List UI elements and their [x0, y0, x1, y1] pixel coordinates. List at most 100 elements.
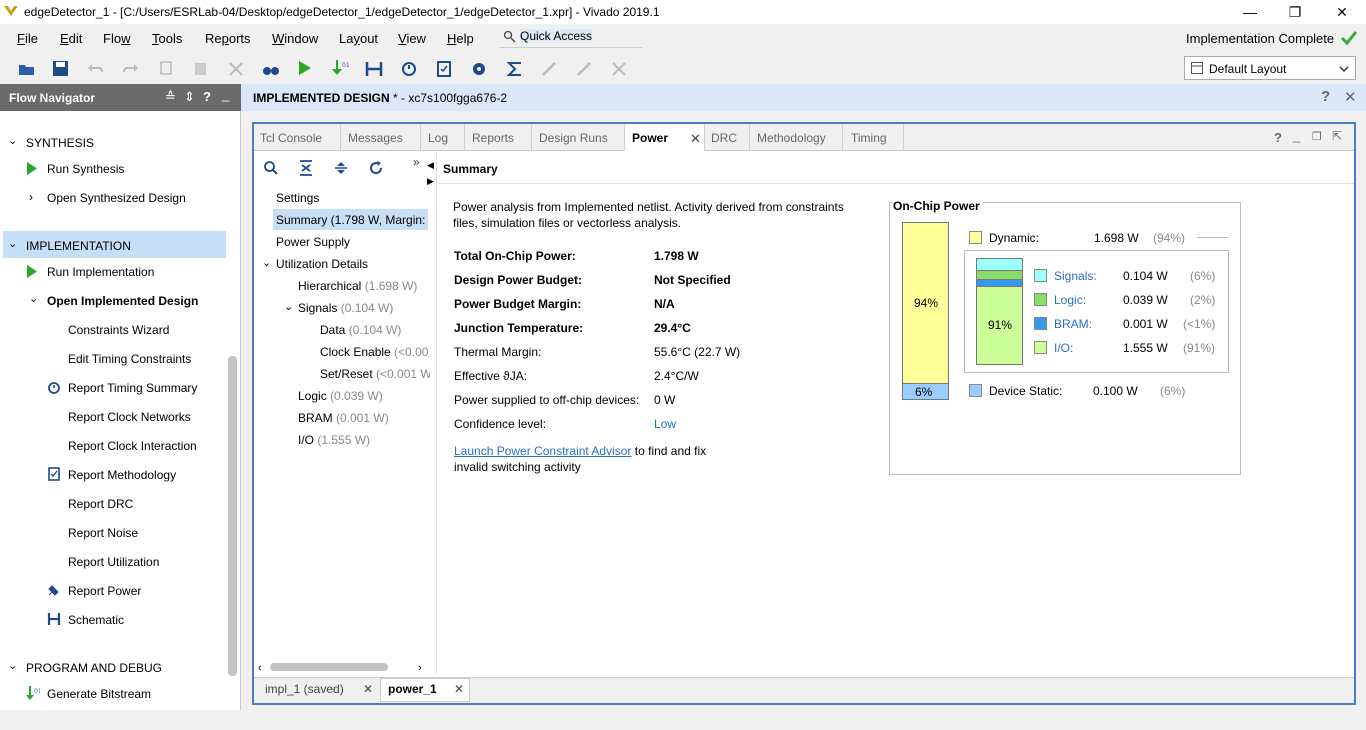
tab-drc[interactable]: DRC: [705, 124, 750, 151]
menu-flow[interactable]: Flow: [103, 31, 130, 46]
generate-bitstream-icon[interactable]: 01: [331, 59, 349, 77]
tree-io[interactable]: I/O (1.555 W): [298, 433, 370, 447]
timer-icon[interactable]: [400, 59, 418, 77]
menu-window[interactable]: Window: [272, 31, 318, 46]
flow-run-implementation[interactable]: Run Implementation: [47, 265, 154, 279]
debug-icon[interactable]: [540, 60, 558, 78]
minimize-icon[interactable]: _: [1293, 128, 1300, 143]
expand-all-icon[interactable]: ⇕: [184, 89, 195, 105]
tree-settings[interactable]: Settings: [276, 191, 319, 205]
sigma-icon[interactable]: [506, 60, 524, 78]
open-project-icon[interactable]: [18, 60, 36, 78]
expand-all-icon[interactable]: [333, 160, 349, 176]
tab-timing[interactable]: Timing: [843, 124, 904, 151]
paste-icon[interactable]: [192, 60, 210, 78]
undo-icon[interactable]: [87, 60, 105, 78]
tab-messages[interactable]: Messages: [341, 124, 421, 151]
menu-help[interactable]: Help: [447, 31, 474, 46]
redo-icon[interactable]: [121, 60, 139, 78]
report-icon[interactable]: [435, 60, 453, 78]
help-icon[interactable]: ?: [203, 89, 211, 104]
scroll-left-icon[interactable]: ‹: [258, 662, 262, 674]
flow-report-clock-networks[interactable]: Report Clock Networks: [68, 410, 191, 424]
menu-file[interactable]: File: [17, 31, 38, 46]
clear-icon[interactable]: [610, 60, 628, 78]
menu-reports[interactable]: Reports: [205, 31, 251, 46]
close-tab-icon[interactable]: ✕: [690, 131, 701, 147]
legend-io-label[interactable]: I/O:: [1054, 341, 1073, 355]
tree-power-supply[interactable]: Power Supply: [276, 235, 350, 249]
tab-methodology[interactable]: Methodology: [750, 124, 843, 151]
tab-log[interactable]: Log: [421, 124, 465, 151]
flow-run-synthesis[interactable]: Run Synthesis: [47, 162, 124, 176]
flow-open-synthesized-design[interactable]: Open Synthesized Design: [47, 191, 186, 205]
flow-report-noise[interactable]: Report Noise: [68, 526, 138, 540]
launch-power-constraint-advisor-link[interactable]: Launch Power Constraint Advisor: [454, 444, 631, 458]
collapse-all-icon[interactable]: ≙: [165, 89, 176, 105]
collapse-all-icon[interactable]: [298, 160, 314, 176]
minimize-panel-icon[interactable]: _: [222, 87, 229, 102]
tree-bram[interactable]: BRAM (0.001 W): [298, 411, 389, 425]
minimize-icon[interactable]: —: [1238, 2, 1262, 22]
flow-constraints-wizard[interactable]: Constraints Wizard: [68, 323, 169, 337]
close-tab-icon[interactable]: ✕: [454, 682, 464, 696]
tree-set-reset[interactable]: Set/Reset (<0.001 W: [320, 367, 430, 381]
tree-data[interactable]: Data (0.104 W): [320, 323, 401, 337]
tab-tcl-console[interactable]: Tcl Console: [254, 124, 341, 151]
tree-utilization-details[interactable]: Utilization Details: [276, 257, 368, 271]
collapse-left-icon[interactable]: ◀: [427, 160, 434, 171]
flow-report-utilization[interactable]: Report Utilization: [68, 555, 159, 569]
close-tab-icon[interactable]: ✕: [363, 682, 373, 696]
menu-view[interactable]: View: [398, 31, 426, 46]
legend-bram-label[interactable]: BRAM:: [1054, 317, 1092, 331]
tree-hierarchical[interactable]: Hierarchical (1.698 W): [298, 279, 417, 293]
confidence-level-link[interactable]: Low: [654, 417, 676, 431]
help-icon[interactable]: ?: [1274, 130, 1282, 145]
layout-select[interactable]: Default Layout: [1184, 56, 1356, 80]
tree-summary[interactable]: Summary (1.798 W, Margin:: [276, 213, 428, 227]
tree-logic[interactable]: Logic (0.039 W): [298, 389, 383, 403]
flow-report-drc[interactable]: Report DRC: [68, 497, 133, 511]
tree-clock-enable[interactable]: Clock Enable (<0.00: [320, 345, 430, 359]
program-device-icon[interactable]: [365, 60, 383, 78]
restore-icon[interactable]: ❐: [1312, 130, 1322, 143]
chevron-down-icon[interactable]: ⌄: [8, 659, 17, 672]
scroll-right-icon[interactable]: ›: [418, 662, 422, 674]
flow-report-power[interactable]: Report Power: [68, 584, 141, 598]
flow-report-clock-interaction[interactable]: Report Clock Interaction: [68, 439, 197, 453]
menu-tools[interactable]: Tools: [152, 31, 182, 46]
menu-edit[interactable]: Edit: [60, 31, 82, 46]
float-icon[interactable]: ⇱: [1332, 129, 1342, 143]
more-icon[interactable]: »: [413, 155, 420, 169]
bottom-tab-power-1[interactable]: power_1: [388, 682, 437, 696]
chevron-down-icon[interactable]: ⌄: [8, 134, 17, 147]
close-icon[interactable]: ✕: [1330, 2, 1354, 22]
flow-navigator-scrollbar[interactable]: [228, 356, 237, 676]
restore-icon[interactable]: ❐: [1283, 2, 1307, 22]
tree-signals[interactable]: Signals (0.104 W): [298, 301, 393, 315]
tree-horizontal-scrollbar[interactable]: [270, 663, 388, 671]
flow-report-timing-summary[interactable]: Report Timing Summary: [68, 381, 197, 395]
legend-logic-label[interactable]: Logic:: [1054, 293, 1086, 307]
chevron-right-icon[interactable]: ›: [29, 190, 33, 204]
flow-schematic[interactable]: Schematic: [68, 613, 124, 627]
delete-icon[interactable]: [227, 60, 245, 78]
binoculars-icon[interactable]: [262, 60, 280, 78]
probe-icon[interactable]: [575, 60, 593, 78]
chevron-down-icon[interactable]: ⌄: [284, 300, 293, 313]
chevron-down-icon[interactable]: ⌄: [8, 237, 17, 250]
flow-report-methodology[interactable]: Report Methodology: [68, 468, 176, 482]
quick-access-box[interactable]: Quick Access: [500, 26, 642, 48]
expand-right-icon[interactable]: ▶: [427, 176, 434, 187]
legend-signals-label[interactable]: Signals:: [1054, 269, 1097, 283]
refresh-icon[interactable]: [368, 160, 384, 176]
copy-icon[interactable]: [158, 60, 176, 78]
chevron-down-icon[interactable]: ⌄: [29, 292, 38, 305]
flow-open-implemented-design[interactable]: Open Implemented Design: [47, 294, 198, 308]
settings-gear-icon[interactable]: [470, 60, 488, 78]
run-icon[interactable]: [296, 59, 314, 77]
flow-generate-bitstream[interactable]: Generate Bitstream: [47, 687, 151, 701]
tab-reports[interactable]: Reports: [465, 124, 532, 151]
search-icon[interactable]: [263, 160, 279, 176]
flow-edit-timing-constraints[interactable]: Edit Timing Constraints: [68, 352, 191, 366]
